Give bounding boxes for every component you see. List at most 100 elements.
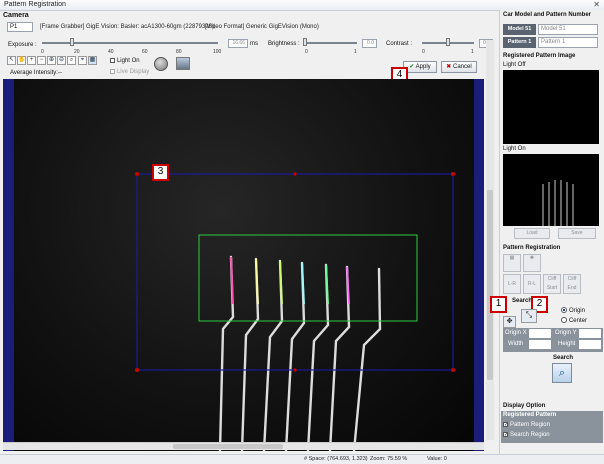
registered-pattern-image-header: Registered Pattern Image xyxy=(503,53,576,59)
brightness-label: Brightness : xyxy=(268,41,300,47)
model-select[interactable]: Model 51 xyxy=(538,24,598,35)
registered-pattern-label: Registered Pattern xyxy=(503,412,557,418)
brightness-slider-thumb[interactable] xyxy=(303,38,307,46)
light-on-label: Light On xyxy=(116,58,140,64)
image-canvas[interactable] xyxy=(3,79,484,453)
light-off-thumbnail xyxy=(503,70,599,144)
zoom-out-icon[interactable]: − xyxy=(37,56,46,65)
camera-select[interactable]: P1 xyxy=(7,22,33,32)
status-value: Value: 0 xyxy=(427,456,447,462)
auto-register-icon[interactable]: ✺ xyxy=(523,254,541,272)
contrast-slider-thumb[interactable] xyxy=(446,38,450,46)
magnifier-icon: ⌕ xyxy=(558,367,566,379)
contrast-tick: 1 xyxy=(471,49,474,55)
width-field[interactable] xyxy=(529,340,551,349)
cancel-button[interactable]: ✖ Cancel xyxy=(441,61,477,73)
height-field[interactable] xyxy=(579,340,601,349)
zoom-reset-icon[interactable]: ⊖ xyxy=(57,56,66,65)
exposure-tick: 80 xyxy=(176,49,182,55)
center-radio[interactable]: Center xyxy=(561,317,587,324)
search-header: Search xyxy=(553,355,574,361)
origin-radio[interactable]: Origin xyxy=(561,307,585,314)
video-format-info: [Video Format] Generic GigEVision (Mono) xyxy=(205,24,319,30)
pattern-select[interactable]: Pattern 1 xyxy=(538,37,598,48)
cliff-start-button[interactable]: Cliff Start xyxy=(543,274,561,294)
contrast-label: Contrast : xyxy=(386,41,413,47)
status-space: # Space: (764.693, 1.323) xyxy=(304,456,368,462)
load-button[interactable]: Load xyxy=(514,228,550,239)
grid-select-icon[interactable]: ▦ xyxy=(503,254,521,272)
brightness-slider[interactable] xyxy=(305,42,357,44)
search-button[interactable]: ⌕ xyxy=(552,363,572,383)
exposure-label: Exposure : xyxy=(8,42,37,48)
contrast-tick: 0 xyxy=(422,49,425,55)
load-label: Load xyxy=(526,230,538,236)
exposure-tick: 100 xyxy=(213,49,222,55)
lr-button[interactable]: L-R xyxy=(503,274,521,294)
brightness-value[interactable]: 0.0 xyxy=(362,39,377,48)
close-icon[interactable]: ✕ xyxy=(593,0,600,9)
pattern-region-checkbox[interactable]: ✓ Pattern Region xyxy=(503,421,550,428)
rl-button[interactable]: R-L xyxy=(523,274,541,294)
average-intensity-value: -- xyxy=(58,70,62,76)
resize-icon[interactable]: ⤡ xyxy=(521,309,537,323)
light-on-checkbox[interactable]: Light On xyxy=(110,57,140,64)
pattern-label: Pattern 1 xyxy=(503,37,536,48)
exposure-tick: 20 xyxy=(74,49,80,55)
crosshair-icon[interactable]: ⌖ xyxy=(78,56,87,65)
move-icon[interactable]: ✥ xyxy=(503,316,516,328)
exposure-slider[interactable] xyxy=(42,42,218,44)
callout-1: 1 xyxy=(490,296,507,313)
exposure-slider-thumb[interactable] xyxy=(69,38,74,46)
save-label: Save xyxy=(571,230,583,236)
status-bar: # Space: (764.693, 1.323) Zoom: 75.59 % … xyxy=(0,454,604,464)
origin-x-field[interactable] xyxy=(529,329,551,338)
camera-image-overlay xyxy=(135,172,455,453)
right-panel: Car Model and Pattern Number Model 51 Mo… xyxy=(490,10,604,464)
search-region-rect xyxy=(136,173,454,371)
origin-y-label: Origin Y xyxy=(555,330,577,336)
cliff-end-button[interactable]: Cliff End xyxy=(563,274,581,294)
live-display-label: Live Display xyxy=(116,69,150,75)
callout-3: 3 xyxy=(152,164,169,181)
exposure-unit: ms xyxy=(250,41,258,47)
light-on-thumbnail xyxy=(503,154,599,226)
light-on-thumb-label: Light On xyxy=(503,146,526,152)
apply-button[interactable]: ✔ Apply xyxy=(403,61,437,73)
check-icon: ✔ xyxy=(409,64,415,70)
frame-grabber-info: [Frame Grabber] GigE Vision: Basler: acA… xyxy=(40,24,216,30)
height-label: Height xyxy=(558,341,576,347)
zoom-in-icon[interactable]: + xyxy=(27,56,36,65)
exposure-tick: 0 xyxy=(41,49,44,55)
camera-image[interactable] xyxy=(14,79,474,453)
display-option-box: Registered Pattern ✓ Pattern Region ✓ Se… xyxy=(501,411,603,443)
camera-header: Camera xyxy=(3,12,29,19)
origin-y-field[interactable] xyxy=(579,329,601,338)
pan-tool-icon[interactable]: ✋ xyxy=(17,56,26,65)
apply-label: Apply xyxy=(415,64,431,70)
magnify-icon[interactable]: ⌕ xyxy=(67,56,76,65)
image-icon[interactable] xyxy=(176,57,190,70)
zoom-fit-icon[interactable]: ⊕ xyxy=(47,56,56,65)
brightness-tick: 0 xyxy=(305,49,308,55)
status-zoom: Zoom: 75.59 % xyxy=(370,456,408,462)
grid-view-icon[interactable]: ▦ xyxy=(88,56,97,65)
light-off-label: Light Off xyxy=(503,62,526,68)
exposure-value[interactable]: 16.66 xyxy=(228,39,248,48)
search-region-fields: Origin X Origin Y Width Height xyxy=(503,328,603,352)
exposure-tick: 40 xyxy=(108,49,114,55)
model-label: Model 51 xyxy=(503,24,536,35)
select-tool-icon[interactable]: ↖ xyxy=(7,56,16,65)
capture-icon[interactable] xyxy=(154,57,168,71)
horizontal-scrollbar[interactable] xyxy=(3,442,484,450)
average-intensity-label: Average Intensity: xyxy=(10,70,58,76)
window-title: Pattern Registration xyxy=(4,1,66,8)
search-region-label: Search Region xyxy=(509,432,550,438)
center-radio-label: Center xyxy=(568,318,587,324)
save-button[interactable]: Save xyxy=(558,228,596,239)
search-region-checkbox[interactable]: ✓ Search Region xyxy=(503,431,550,438)
cancel-label: Cancel xyxy=(453,64,472,70)
pattern-region-label: Pattern Region xyxy=(509,422,550,428)
live-display-checkbox[interactable]: Live Display xyxy=(110,68,149,75)
vertical-scrollbar[interactable] xyxy=(486,40,494,440)
